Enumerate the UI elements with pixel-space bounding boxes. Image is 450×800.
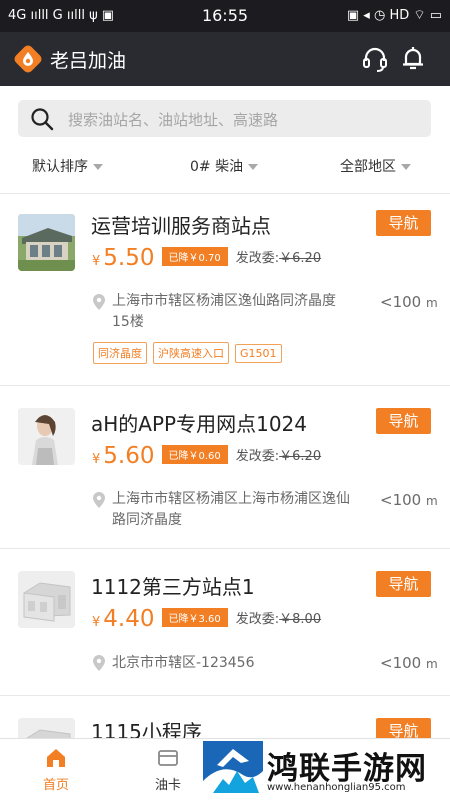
app-title: 老吕加油 xyxy=(50,50,127,72)
filter-bar: 默认排序 0# 柴油 全部地区 xyxy=(0,148,450,182)
reference-price-value: ￥6.20 xyxy=(279,449,322,464)
fuel-type-dropdown[interactable]: 0# 柴油 xyxy=(190,156,259,176)
chevron-down-icon xyxy=(248,164,259,170)
station-tag: 同济晶度 xyxy=(93,342,147,364)
app-header: 老吕加油 xyxy=(0,32,450,86)
price-row: ¥5.60 已降￥0.60 发改委:￥6.20 xyxy=(92,443,321,469)
station-tag: 沪陕高速入口 xyxy=(153,342,229,364)
navigate-button[interactable]: 导航 xyxy=(376,718,431,738)
fuel-type-label: 0# 柴油 xyxy=(190,159,244,175)
region-dropdown[interactable]: 全部地区 xyxy=(340,156,411,176)
station-price: 5.60 xyxy=(103,443,155,469)
reference-price-value: ￥8.00 xyxy=(279,612,322,627)
discount-badge: 已降￥0.70 xyxy=(161,247,228,266)
region-label: 全部地区 xyxy=(340,159,396,175)
distance-unit: m xyxy=(425,657,438,671)
station-thumbnail xyxy=(18,718,75,738)
notification-bell-icon[interactable] xyxy=(399,44,427,72)
customer-service-headset-icon[interactable] xyxy=(361,45,389,73)
navigate-button[interactable]: 导航 xyxy=(376,408,431,434)
station-distance: <100 m xyxy=(380,654,438,672)
station-distance: <100 m xyxy=(380,293,438,311)
navigate-button[interactable]: 导航 xyxy=(376,571,431,597)
distance-unit: m xyxy=(425,296,438,310)
currency-symbol: ¥ xyxy=(92,615,101,630)
watermark-url: www.henanhonglian95.com xyxy=(267,782,406,793)
station-address: 北京市市辖区-123456 xyxy=(112,655,255,671)
location-pin-icon xyxy=(93,294,105,310)
station-price: 4.40 xyxy=(103,606,155,632)
station-thumbnail xyxy=(18,408,75,465)
tab-home-label: 首页 xyxy=(42,778,69,793)
station-address: 上海市市辖区杨浦区逸仙路同济晶度15楼 xyxy=(112,293,336,330)
home-icon xyxy=(47,749,65,767)
station-name: 1115小程序 xyxy=(91,720,202,738)
distance-unit: m xyxy=(425,494,438,508)
reference-price: 发改委:￥8.00 xyxy=(236,612,321,627)
station-placeholder-image xyxy=(18,571,75,628)
station-name: 运营培训服务商站点 xyxy=(91,214,271,238)
card-icon xyxy=(158,750,178,766)
station-name: aH的APP专用网点1024 xyxy=(91,412,307,436)
station-building-image xyxy=(18,214,75,271)
discount-badge: 已降￥0.60 xyxy=(161,445,228,464)
station-thumbnail xyxy=(18,571,75,628)
status-system-icons: ▣ ◂ ◷ HD ⌔ ▭ xyxy=(346,8,442,23)
station-address: 上海市市辖区杨浦区上海市杨浦区逸仙路同济晶度 xyxy=(112,491,350,528)
app-logo-icon xyxy=(14,45,42,73)
tab-home[interactable]: 首页 xyxy=(26,747,86,793)
reference-price-label: 发改委: xyxy=(235,612,280,627)
reference-price-label: 发改委: xyxy=(235,449,280,464)
station-name: 1112第三方站点1 xyxy=(91,575,255,599)
station-placeholder-image xyxy=(18,718,75,738)
person-photo-image xyxy=(18,408,75,465)
navigate-button[interactable]: 导航 xyxy=(376,210,431,236)
reference-price: 发改委:￥6.20 xyxy=(236,449,321,464)
location-pin-icon xyxy=(93,655,105,671)
station-card[interactable]: 运营培训服务商站点 导航 ¥5.50 已降￥0.70 发改委:￥6.20 上海市市辖… xyxy=(0,194,450,385)
station-price: 5.50 xyxy=(103,245,155,271)
search-icon xyxy=(31,108,54,131)
status-bar: 4G ıılll G ıılll ψ ▣ 16:55 ▣ ◂ ◷ HD ⌔ ▭ xyxy=(0,0,450,32)
sort-dropdown[interactable]: 默认排序 xyxy=(32,156,103,176)
watermark-logo-icon xyxy=(203,741,263,800)
station-card[interactable]: aH的APP专用网点1024 导航 ¥5.60 已降￥0.60 发改委:￥6.20 … xyxy=(0,386,450,548)
reference-price-label: 发改委: xyxy=(235,251,280,266)
station-card[interactable]: 1112第三方站点1 导航 ¥4.40 已降￥3.60 发改委:￥8.00 北京市市… xyxy=(0,549,450,695)
currency-symbol: ¥ xyxy=(92,452,101,467)
tab-fuel-card[interactable]: 油卡 xyxy=(138,747,198,793)
distance-value: <100 xyxy=(380,293,422,311)
chevron-down-icon xyxy=(401,164,411,170)
station-tag: G1501 xyxy=(235,344,282,363)
location-pin-icon xyxy=(93,492,105,508)
watermark: 鸿联手游网 www.henanhonglian95.com xyxy=(203,741,450,800)
search-input-placeholder[interactable]: 搜索油站名、油站地址、高速路 xyxy=(68,109,278,130)
search-bar[interactable]: 搜索油站名、油站地址、高速路 xyxy=(18,100,431,137)
station-distance: <100 m xyxy=(380,491,438,509)
station-thumbnail xyxy=(18,214,75,271)
reference-price-value: ￥6.20 xyxy=(279,251,322,266)
chevron-down-icon xyxy=(93,164,103,170)
discount-badge: 已降￥3.60 xyxy=(161,608,228,627)
station-card[interactable]: 1115小程序 导航 xyxy=(0,696,450,738)
price-row: ¥4.40 已降￥3.60 发改委:￥8.00 xyxy=(92,606,321,632)
distance-value: <100 xyxy=(380,654,422,672)
tab-fuel-card-label: 油卡 xyxy=(154,778,181,793)
price-row: ¥5.50 已降￥0.70 发改委:￥6.20 xyxy=(92,245,321,271)
distance-value: <100 xyxy=(380,491,422,509)
reference-price: 发改委:￥6.20 xyxy=(236,251,321,266)
currency-symbol: ¥ xyxy=(92,254,101,269)
station-tags: 同济晶度 沪陕高速入口 G1501 xyxy=(93,342,288,364)
sort-label: 默认排序 xyxy=(32,159,88,175)
